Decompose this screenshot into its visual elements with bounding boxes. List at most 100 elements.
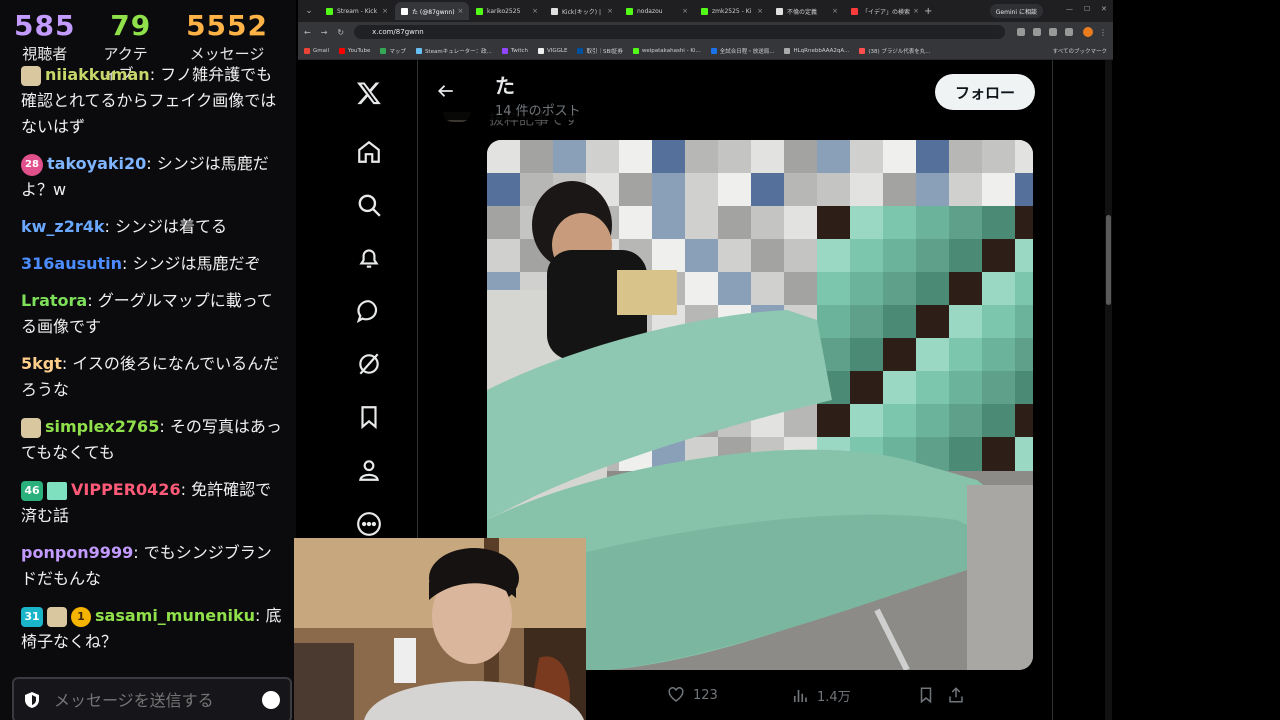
mosaic-block [916, 206, 950, 240]
back-arrow-icon[interactable] [437, 82, 455, 100]
message-count-value: 5552 [186, 9, 268, 42]
tab-close-icon[interactable]: × [604, 7, 613, 15]
mosaic-block [1015, 437, 1033, 471]
home-icon[interactable] [356, 139, 382, 165]
browser-tab[interactable]: 「イデア」の検索 × [845, 2, 919, 20]
mosaic-block [949, 305, 983, 339]
tab-list-icon[interactable]: ⌄ [302, 4, 316, 18]
close-window-icon[interactable]: ✕ [1101, 5, 1107, 13]
chat-username[interactable]: VIPPER0426 [71, 480, 181, 499]
tab-close-icon[interactable]: × [754, 7, 763, 15]
search-tool-icon[interactable] [1017, 28, 1025, 36]
mosaic-block [949, 338, 983, 372]
menu-dots-icon[interactable]: ⋮ [1099, 28, 1107, 37]
tab-close-icon[interactable]: × [910, 7, 919, 15]
bookmark-label: 全試合日程・放送局... [719, 48, 775, 55]
more-options-icon[interactable] [356, 511, 382, 537]
minimize-icon[interactable]: — [1066, 5, 1073, 13]
bookmarks-icon[interactable] [356, 404, 382, 430]
browser-tab[interactable]: zmk2525 - Ki × [695, 2, 769, 20]
bookmark-item[interactable]: 全試合日程・放送局... [710, 47, 775, 55]
follow-button[interactable]: フォロー [935, 74, 1035, 110]
browser-tab[interactable]: Stream - Kick × [320, 2, 394, 20]
mosaic-block [982, 305, 1016, 339]
tab-close-icon[interactable]: × [379, 7, 388, 15]
scrollbar-track[interactable] [1105, 60, 1112, 720]
tab-label: nodazou [637, 7, 663, 15]
chat-username[interactable]: 316ausutin [21, 254, 122, 273]
chat-username[interactable]: takoyaki20 [47, 154, 146, 173]
bookmark-item[interactable]: Steamキュレーター：政... [415, 47, 492, 55]
mosaic-block [784, 272, 818, 306]
webcam-feed [294, 538, 586, 720]
chat-message-input[interactable] [54, 690, 224, 710]
grok-icon[interactable] [356, 351, 382, 377]
new-tab-icon[interactable]: + [924, 6, 932, 17]
bookmark-label: Twitch [510, 47, 528, 54]
tab-favicon-icon [626, 7, 633, 15]
bookmark-item[interactable]: weipatakahashi - Ki... [632, 47, 701, 55]
mosaic-block [718, 173, 752, 207]
back-nav-icon[interactable]: ← [304, 28, 311, 37]
bookmark-item[interactable]: VIGGLE [538, 47, 567, 55]
chat-username[interactable]: ponpon9999 [21, 543, 133, 562]
bookmark-item[interactable]: YouTube [339, 47, 370, 55]
all-bookmarks[interactable]: すべてのブックマーク [1053, 47, 1107, 55]
mosaic-block [1015, 371, 1033, 405]
maximize-icon[interactable]: ☐ [1084, 5, 1090, 13]
chat-message-list: niiakkuman: フノ雑弁護でも確認とれてるからフェイク画像ではないはず 2… [0, 62, 296, 666]
profile-icon[interactable] [356, 457, 382, 483]
tab-strip: Stream - Kick × た (@87gwnn) × kariko2525 × Kic… [320, 2, 920, 20]
url-field[interactable]: x.com/87gwnn [354, 25, 1005, 39]
browser-tab[interactable]: た (@87gwnn) × [395, 2, 469, 20]
share-action[interactable] [947, 686, 973, 704]
mosaic-block [1015, 140, 1033, 174]
search-icon[interactable] [356, 192, 382, 218]
chat-input-box[interactable] [12, 677, 292, 720]
browser-tab[interactable]: nodazou × [620, 2, 694, 20]
bookmark-action[interactable] [917, 686, 943, 704]
translate-icon[interactable] [1033, 28, 1041, 36]
tab-close-icon[interactable]: × [529, 7, 538, 15]
mosaic-block [982, 338, 1016, 372]
tab-close-icon[interactable]: × [455, 7, 464, 15]
tab-label: Stream - Kick [337, 7, 378, 15]
forward-nav-icon[interactable]: → [321, 28, 328, 37]
like-action[interactable]: 123 [667, 686, 718, 704]
active-count-value: 79 [110, 9, 152, 42]
chat-username[interactable]: niiakkuman [45, 65, 150, 84]
browser-tab[interactable]: kariko2525 × [470, 2, 544, 20]
extensions-icon[interactable] [1065, 28, 1073, 36]
chat-username[interactable]: sasami_muneniku [95, 606, 255, 625]
bookmark-favicon-icon [415, 47, 422, 54]
bookmark-item[interactable]: Twitch [501, 47, 528, 55]
chat-username[interactable]: 5kgt [21, 354, 62, 373]
tab-close-icon[interactable]: × [679, 7, 688, 15]
bookmark-item[interactable]: HLqRnebbAAA2qA... [784, 47, 849, 55]
shield-icon[interactable] [24, 691, 40, 709]
bookmark-item[interactable]: 取引｜SBI証券 [577, 47, 623, 55]
emoji-icon[interactable] [262, 691, 280, 709]
views-action[interactable]: 1.4万 [791, 686, 851, 705]
reload-icon[interactable]: ↻ [337, 28, 344, 37]
browser-tab[interactable]: Kick(キック) | × [545, 2, 619, 20]
browser-tab[interactable]: 不倫の定義 × [770, 2, 844, 20]
scrollbar-thumb[interactable] [1106, 215, 1111, 305]
bookmark-item[interactable]: Gmail [304, 47, 329, 55]
chat-username[interactable]: Lratora [21, 291, 87, 310]
tab-close-icon[interactable]: × [829, 7, 838, 15]
mosaic-block [883, 305, 917, 339]
bookmark-label: YouTube [348, 47, 371, 54]
chat-username[interactable]: kw_z2r4k [21, 217, 105, 236]
bookmark-item[interactable]: (38) ブラジル代表を丸... [859, 47, 931, 55]
chat-username[interactable]: simplex2765 [45, 417, 159, 436]
mosaic-block [487, 206, 521, 240]
messages-icon[interactable] [356, 298, 382, 324]
mosaic-block [1015, 206, 1033, 240]
bookmark-item[interactable]: マップ [380, 47, 406, 55]
notifications-bell-icon[interactable] [356, 245, 382, 271]
gemini-button[interactable]: Gemini に相談 [989, 4, 1043, 18]
x-logo-icon[interactable] [356, 80, 382, 106]
bookmark-star-icon[interactable] [1049, 28, 1057, 36]
profile-avatar[interactable] [1083, 27, 1093, 37]
